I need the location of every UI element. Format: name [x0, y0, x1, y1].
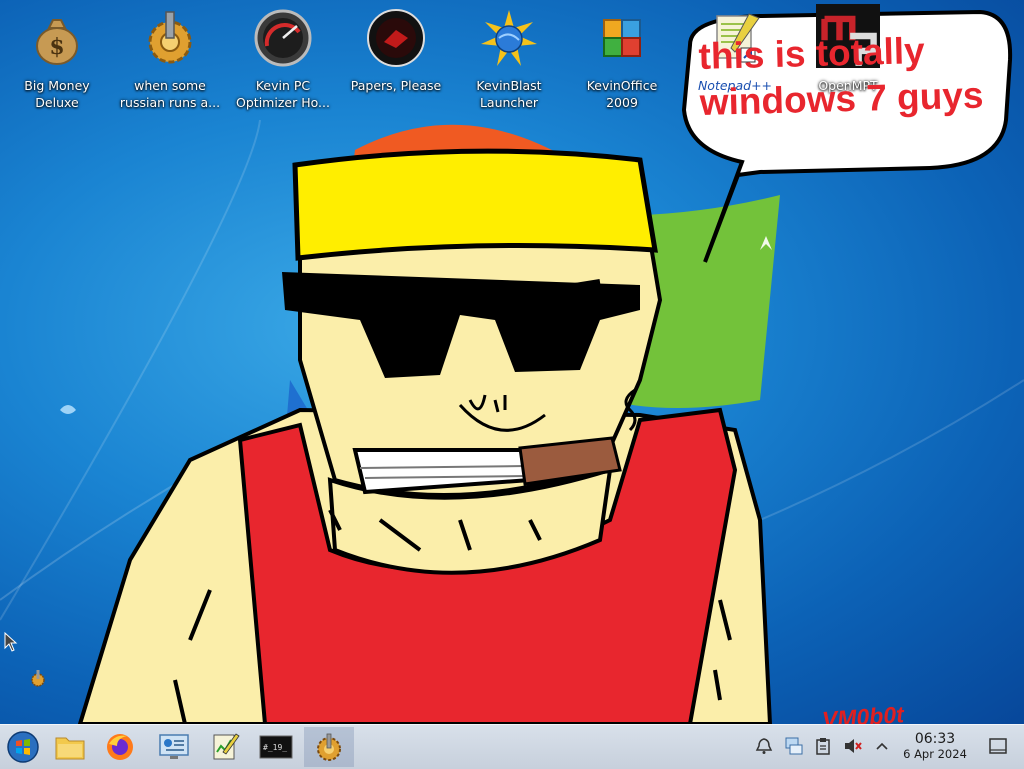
desktop-icon-big-money-deluxe[interactable]: $ Big Money Deluxe [5, 8, 109, 116]
desktop-icon-papers-please[interactable]: Papers, Please [344, 8, 448, 116]
desktop-icon-russian[interactable]: when some russian runs a... [118, 8, 222, 116]
system-monitor-icon [159, 734, 189, 759]
globe-burst-icon [481, 10, 537, 66]
clock-date: 6 Apr 2024 [903, 747, 967, 761]
taskbar-system-monitor[interactable] [151, 727, 197, 767]
file-manager-icon [55, 737, 85, 760]
notifications-bell-icon [755, 738, 773, 754]
tray-volume[interactable] [842, 735, 864, 757]
desktop-icon-label: Papers, Please [350, 78, 442, 93]
start-orb-icon [7, 731, 39, 763]
gold-gear-icon[interactable] [28, 668, 48, 688]
clock-time: 06:33 [914, 731, 956, 747]
desktop-icon-label: when some russian runs a... [119, 78, 221, 110]
desktop-icon-kevinoffice-2009[interactable]: KevinOffice 2009 [570, 8, 674, 116]
tray-network[interactable] [782, 735, 804, 757]
speech-bubble-text: this is totally windows 7 guys [698, 30, 984, 123]
tray-notifications[interactable] [753, 735, 775, 757]
volume-muted-icon [845, 739, 862, 753]
money-bag-icon: $ [36, 19, 78, 65]
office-squares-icon [603, 19, 641, 57]
desktop-icon-label: KevinBlast Launcher [476, 78, 542, 110]
red-seal-icon [367, 9, 425, 67]
terminal-glyph: #_19_ [263, 743, 287, 752]
svg-text:$: $ [49, 34, 64, 60]
taskbar-terminal[interactable]: #_19_ [253, 727, 299, 767]
gold-gear-icon [317, 733, 341, 761]
desktop-icon-kevin-pc-optimizer[interactable]: Kevin PC Optimizer Ho... [231, 8, 335, 116]
desktop-icon-label: Big Money Deluxe [24, 78, 90, 110]
gold-gear-icon [148, 11, 192, 64]
firefox-icon [107, 734, 133, 760]
show-desktop-button[interactable] [987, 735, 1009, 757]
clock[interactable]: 06:33 6 Apr 2024 [896, 731, 974, 762]
clipboard-icon [816, 738, 830, 755]
desktop-icon-label: Kevin PC Optimizer Ho... [236, 78, 330, 110]
taskbar: #_19_ [0, 724, 1024, 769]
chevron-up-icon [876, 742, 888, 750]
taskbar-notepad-plus-plus[interactable] [202, 727, 248, 767]
mouse-cursor-icon [4, 632, 18, 652]
tray-clipboard[interactable] [812, 735, 834, 757]
start-button[interactable] [0, 727, 46, 767]
desktop-icon-kevinblast-launcher[interactable]: KevinBlast Launcher [457, 8, 561, 116]
taskbar-firefox[interactable] [97, 727, 143, 767]
desktop[interactable]: $ Big Money Deluxe when some russian run… [0, 0, 1024, 724]
desktop-icon-label: KevinOffice 2009 [586, 78, 658, 110]
taskbar-file-manager[interactable] [47, 727, 93, 767]
tray-expand[interactable] [871, 735, 893, 757]
speedometer-icon [254, 9, 312, 67]
notepad-plus-plus-icon [213, 733, 240, 760]
terminal-icon: #_19_ [259, 735, 293, 759]
network-icon [785, 737, 803, 755]
taskbar-russian-app[interactable] [304, 727, 354, 767]
show-desktop-icon [989, 738, 1007, 754]
